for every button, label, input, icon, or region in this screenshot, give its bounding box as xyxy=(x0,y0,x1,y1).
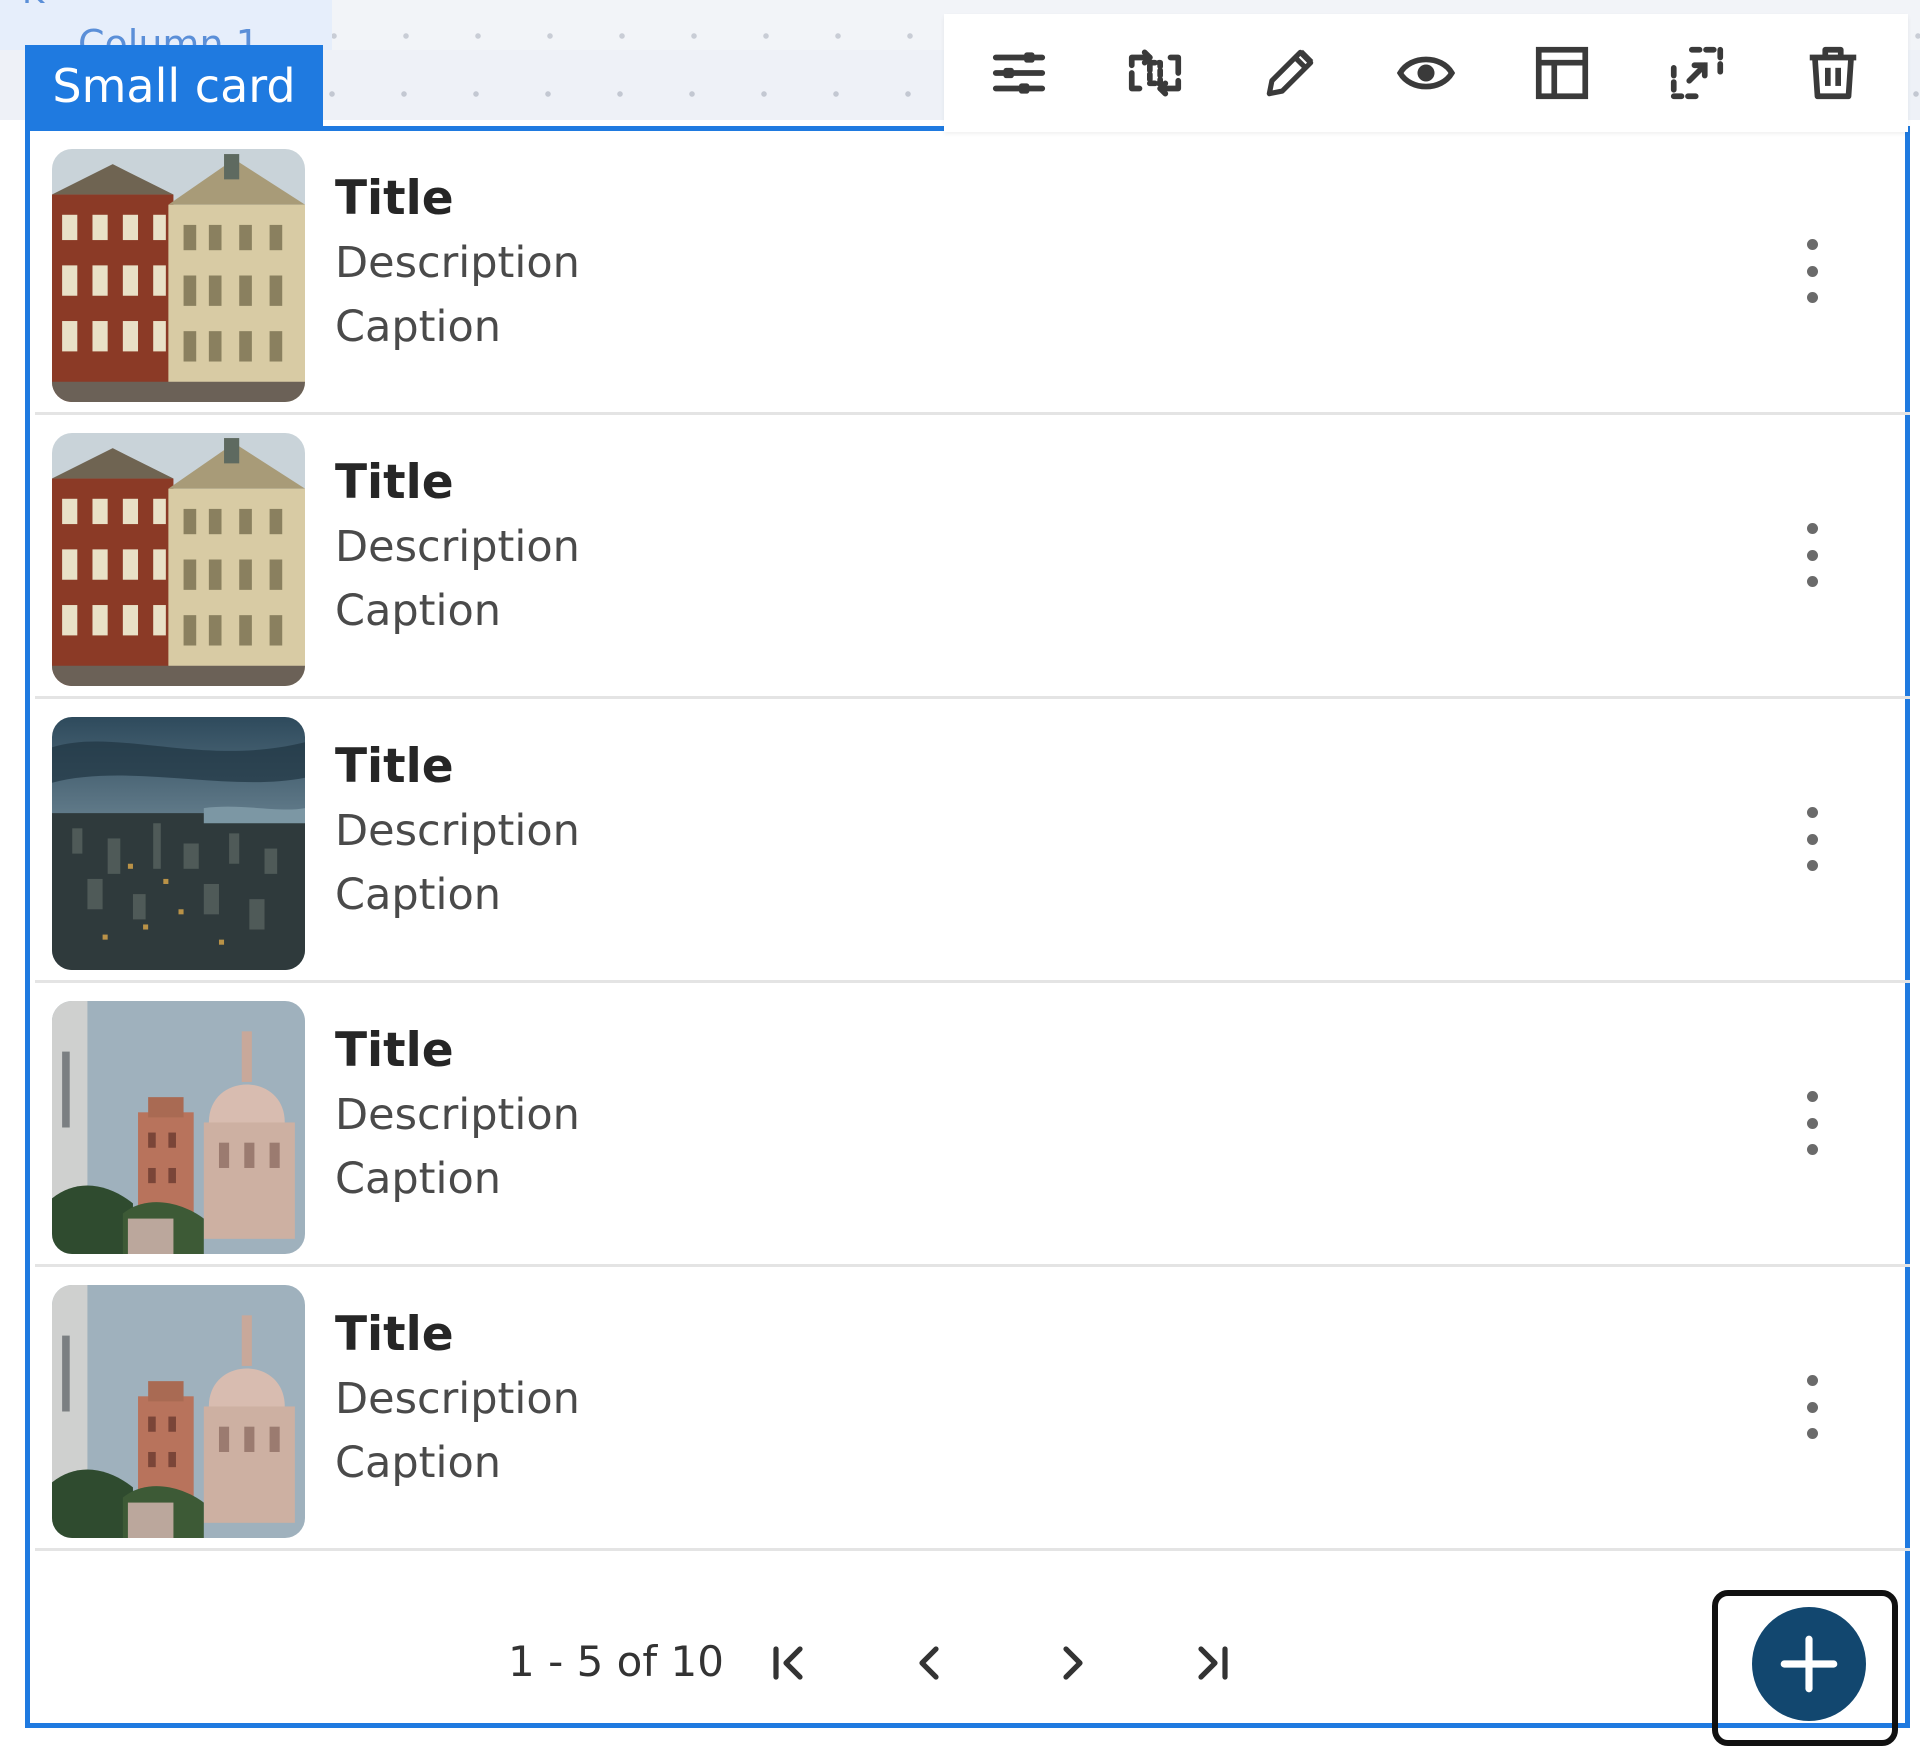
first-page-button[interactable] xyxy=(757,1630,823,1696)
card-caption: Caption xyxy=(335,1438,502,1488)
pagination-range: 1 - 5 of 10 xyxy=(508,1637,724,1686)
delete-button[interactable] xyxy=(1788,28,1878,118)
card-thumbnail xyxy=(52,717,305,970)
list-item[interactable]: Title Description Caption xyxy=(35,131,1910,415)
card-description: Description xyxy=(335,1090,580,1140)
card-caption: Caption xyxy=(335,1154,502,1204)
select-parent-icon xyxy=(1671,46,1724,100)
select-parent-button[interactable] xyxy=(1652,28,1742,118)
pencil-icon xyxy=(1267,49,1314,97)
sliders-icon xyxy=(992,52,1046,94)
chevron-right-icon xyxy=(1063,1646,1083,1680)
card-title: Title xyxy=(335,739,454,794)
swap-icon xyxy=(1128,49,1181,97)
card-title: Title xyxy=(335,1307,454,1362)
trash-icon xyxy=(1809,46,1857,100)
editor-canvas-margin xyxy=(0,120,26,1747)
card-thumbnail xyxy=(52,149,305,402)
card-description: Description xyxy=(335,1374,580,1424)
more-vertical-icon[interactable] xyxy=(1790,1083,1834,1163)
plus-icon xyxy=(1780,1635,1838,1693)
list-item[interactable]: Title Description Caption xyxy=(35,415,1910,699)
next-page-button[interactable] xyxy=(1039,1630,1105,1696)
previous-page-button[interactable] xyxy=(897,1630,963,1696)
component-name-badge[interactable]: Small card xyxy=(25,45,323,127)
component-toolbar xyxy=(944,14,1908,132)
column-letter: K xyxy=(22,0,44,12)
small-card-list[interactable]: Title Description Caption Title Descript… xyxy=(25,126,1910,1728)
more-vertical-icon[interactable] xyxy=(1790,515,1834,595)
more-vertical-icon[interactable] xyxy=(1790,1367,1834,1447)
card-title: Title xyxy=(335,1023,454,1078)
card-description: Description xyxy=(335,806,580,856)
chevron-left-icon xyxy=(919,1646,939,1680)
list-item[interactable]: Title Description Caption xyxy=(35,699,1910,983)
list-item[interactable]: Title Description Caption xyxy=(35,1267,1910,1551)
card-description: Description xyxy=(335,238,580,288)
more-vertical-icon[interactable] xyxy=(1790,799,1834,879)
card-thumbnail xyxy=(52,1001,305,1254)
card-caption: Caption xyxy=(335,870,502,920)
last-page-icon xyxy=(1198,1646,1228,1680)
card-description: Description xyxy=(335,522,580,572)
layout-icon xyxy=(1535,46,1588,100)
preview-button[interactable] xyxy=(1381,28,1471,118)
eye-icon xyxy=(1396,56,1456,90)
list-item[interactable]: Title Description Caption xyxy=(35,983,1910,1267)
card-thumbnail xyxy=(52,433,305,686)
card-thumbnail xyxy=(52,1285,305,1538)
edit-button[interactable] xyxy=(1245,28,1335,118)
swap-button[interactable] xyxy=(1110,28,1200,118)
layout-button[interactable] xyxy=(1517,28,1607,118)
card-caption: Caption xyxy=(335,586,502,636)
first-page-icon xyxy=(773,1646,803,1680)
last-page-button[interactable] xyxy=(1178,1630,1244,1696)
column-tab[interactable]: K Column 1 xyxy=(0,0,332,50)
settings-button[interactable] xyxy=(974,28,1064,118)
card-caption: Caption xyxy=(335,302,502,352)
add-item-button[interactable] xyxy=(1752,1607,1866,1721)
more-vertical-icon[interactable] xyxy=(1790,231,1834,311)
card-title: Title xyxy=(335,171,454,226)
card-title: Title xyxy=(335,455,454,510)
